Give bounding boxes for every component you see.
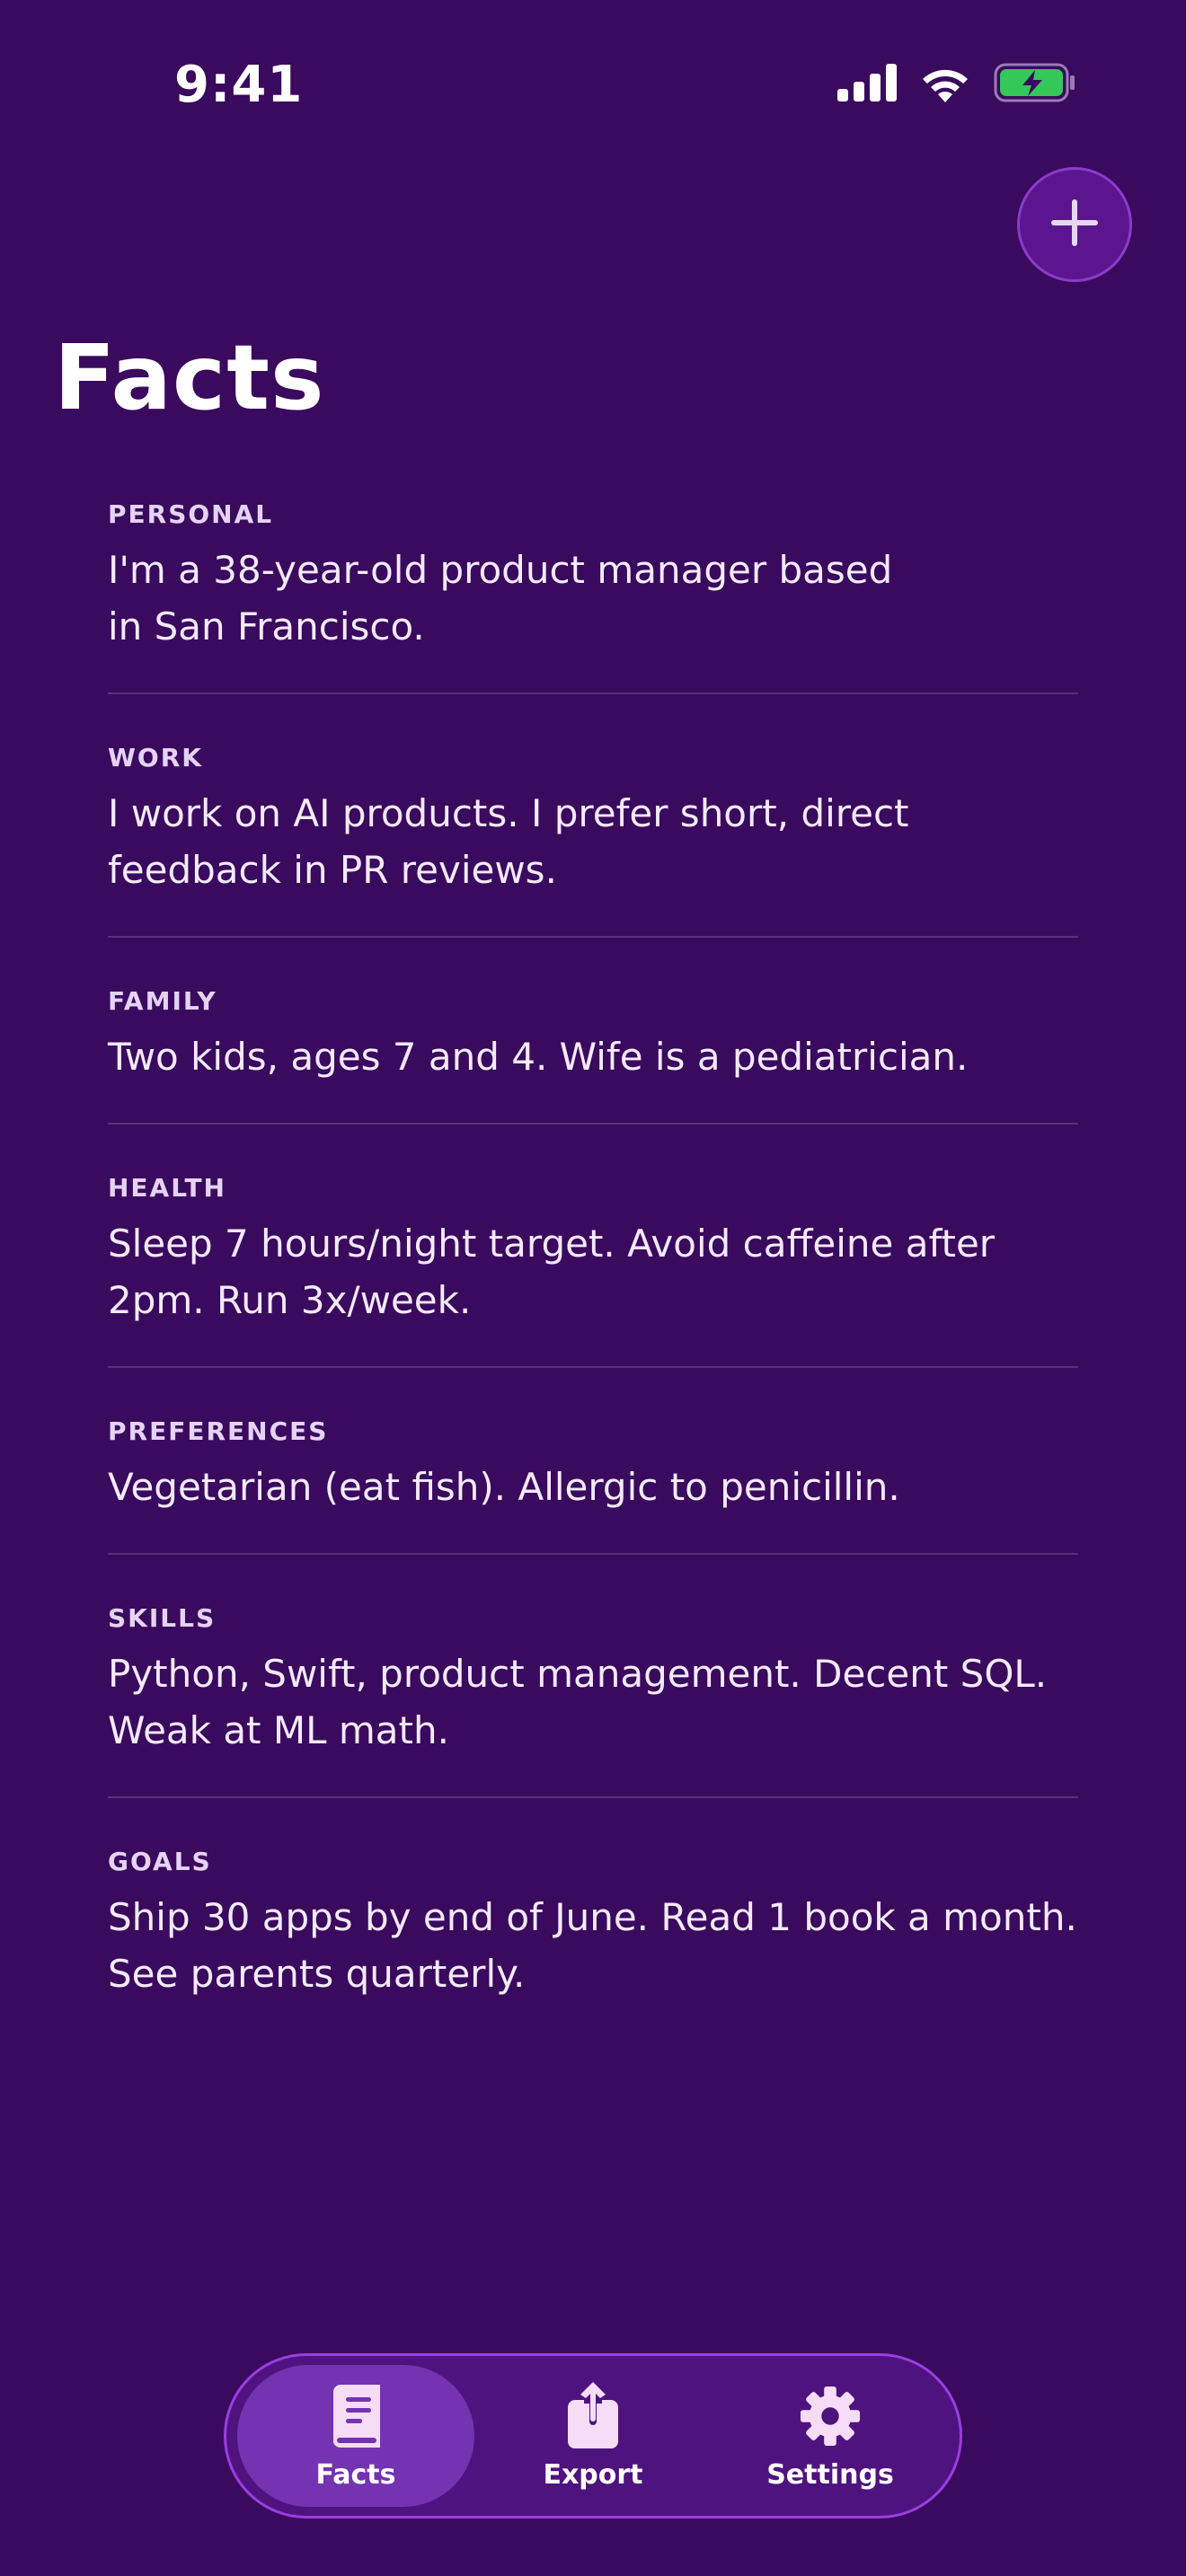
list-item[interactable]: FAMILY Two kids, ages 7 and 4. Wife is a… bbox=[108, 979, 1078, 1125]
gear-icon bbox=[799, 2382, 862, 2450]
status-icons bbox=[837, 63, 1076, 106]
cellular-signal-icon bbox=[837, 64, 897, 105]
page-title: Facts bbox=[54, 325, 325, 430]
fact-text: Ship 30 apps by end of June. Read 1 book… bbox=[108, 1895, 1077, 1996]
list-item[interactable]: WORK I work on AI products. I prefer sho… bbox=[108, 736, 1078, 938]
facts-list: PERSONAL I'm a 38-year-old product manag… bbox=[108, 492, 1078, 2081]
fact-category: PREFERENCES bbox=[108, 1416, 329, 1446]
list-item[interactable]: HEALTH Sleep 7 hours/night target. Avoid… bbox=[108, 1166, 1078, 1368]
fact-text: I work on AI products. I prefer short, d… bbox=[108, 791, 909, 892]
list-item[interactable]: PERSONAL I'm a 38-year-old product manag… bbox=[108, 492, 1078, 694]
list-item[interactable]: GOALS Ship 30 apps by end of June. Read … bbox=[108, 1839, 1078, 2040]
fact-category: FAMILY bbox=[108, 986, 217, 1016]
fact-category: GOALS bbox=[108, 1847, 212, 1876]
fact-text: Vegetarian (eat fish). Allergic to penic… bbox=[108, 1465, 900, 1509]
status-bar: 9:41 bbox=[0, 0, 1186, 171]
fact-text: Two kids, ages 7 and 4. Wife is a pediat… bbox=[108, 1035, 969, 1079]
fact-text: Python, Swift, product management. Decen… bbox=[108, 1652, 1048, 1752]
wifi-icon bbox=[918, 63, 972, 106]
tab-label: Facts bbox=[315, 2458, 396, 2491]
book-icon bbox=[324, 2382, 387, 2450]
fact-category: SKILLS bbox=[108, 1603, 217, 1633]
fact-category: HEALTH bbox=[108, 1173, 226, 1203]
tab-facts[interactable]: Facts bbox=[237, 2365, 474, 2507]
fact-text: Sleep 7 hours/night target. Avoid caffei… bbox=[108, 1222, 996, 1322]
plus-icon bbox=[1049, 198, 1100, 251]
fact-category: WORK bbox=[108, 743, 203, 772]
list-item[interactable]: PREFERENCES Vegetarian (eat fish). Aller… bbox=[108, 1409, 1078, 1555]
share-icon bbox=[562, 2381, 624, 2450]
tab-export[interactable]: Export bbox=[474, 2365, 712, 2507]
tab-label: Export bbox=[543, 2458, 643, 2491]
tab-label: Settings bbox=[766, 2458, 894, 2491]
tab-settings[interactable]: Settings bbox=[712, 2365, 949, 2507]
battery-icon bbox=[994, 63, 1076, 106]
status-time: 9:41 bbox=[174, 56, 304, 114]
list-item[interactable]: SKILLS Python, Swift, product management… bbox=[108, 1596, 1078, 1798]
fact-text: I'm a 38-year-old product manager based … bbox=[108, 548, 893, 648]
tab-bar: Facts Export Settings bbox=[224, 2353, 962, 2519]
fact-category: PERSONAL bbox=[108, 499, 274, 529]
add-fact-button[interactable] bbox=[1017, 167, 1132, 282]
